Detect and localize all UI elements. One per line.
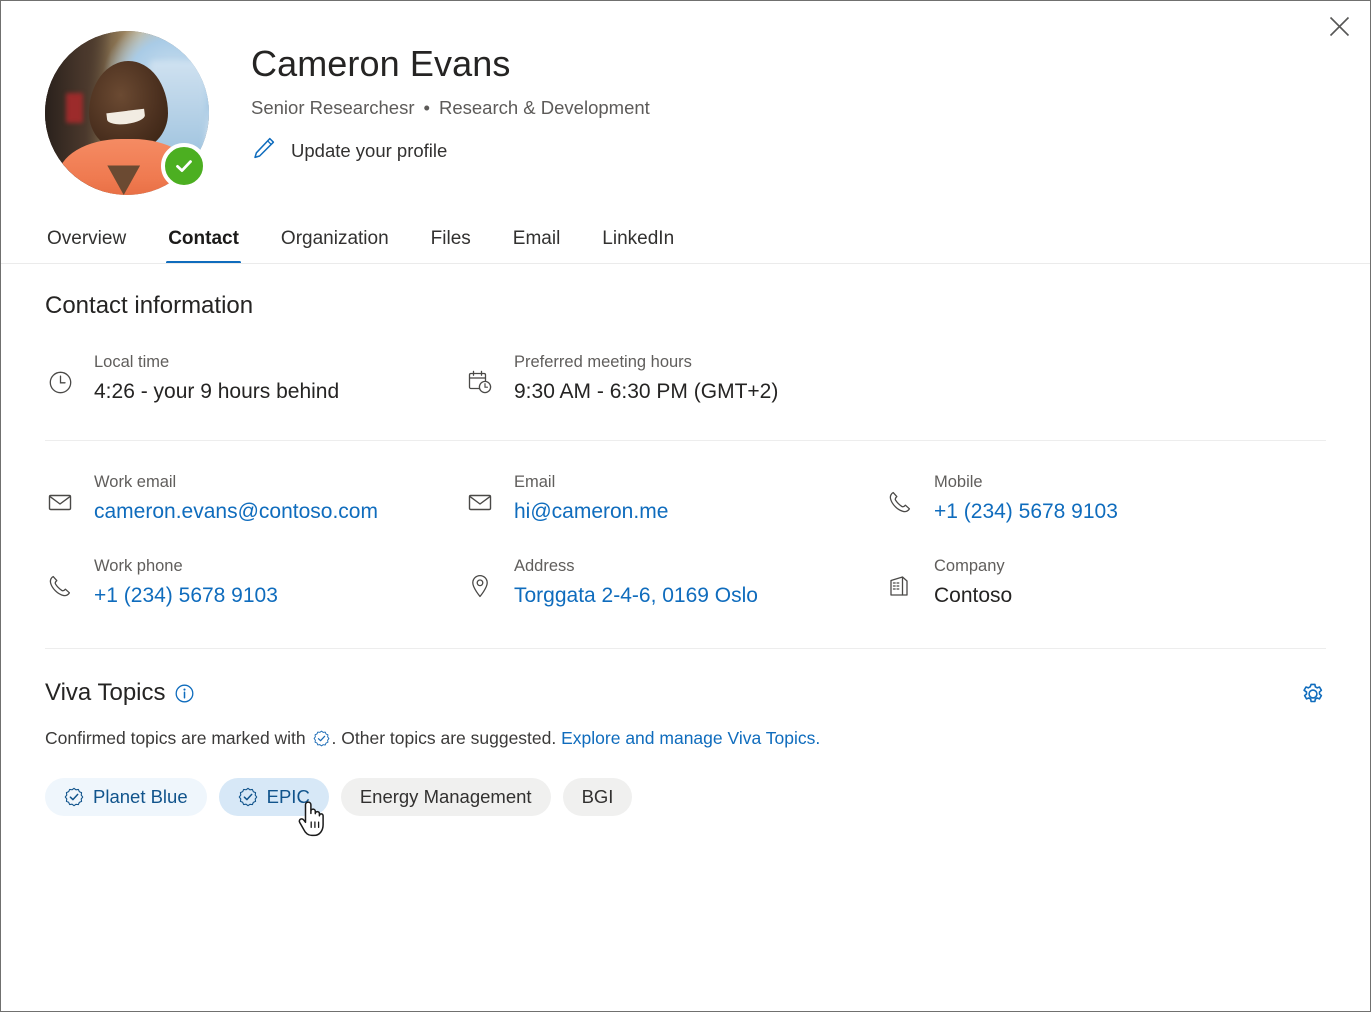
viva-topics-chip-list: Planet Blue EPIC Energy Management BGI (45, 777, 1326, 836)
avatar[interactable] (45, 31, 209, 195)
viva-topics-heading: Viva Topics (45, 679, 166, 707)
profile-card-window: Cameron Evans Senior Researchesr • Researc… (0, 0, 1371, 1012)
viva-topics-settings-button[interactable] (1300, 681, 1326, 707)
topic-chip-label: EPIC (266, 785, 310, 807)
contact-panel: Contact information Local time 4:26 - yo… (1, 292, 1370, 836)
pencil-icon (251, 135, 277, 166)
mobile-label: Mobile (934, 473, 983, 492)
address-value[interactable]: Torggata 2-4-6, 0169 Oslo (514, 582, 758, 610)
address-label: Address (514, 557, 575, 576)
tab-email[interactable]: Email (511, 220, 563, 264)
info-icon[interactable] (175, 684, 194, 703)
time-row: Local time 4:26 - your 9 hours behind Pr… (45, 320, 1326, 440)
building-icon (885, 571, 915, 601)
update-profile-label: Update your profile (291, 139, 448, 161)
explore-viva-topics-link[interactable]: Explore and manage Viva Topics. (561, 728, 820, 748)
topic-chip-epic[interactable]: EPIC (218, 777, 329, 816)
email-value[interactable]: hi@cameron.me (514, 498, 668, 526)
email-label: Email (514, 473, 556, 492)
viva-topics-section: Viva Topics Confirmed topics are marked … (45, 649, 1326, 836)
subtitle-separator: • (423, 97, 430, 118)
viva-topics-title-row: Viva Topics (45, 679, 1326, 707)
field-company: Company Contoso (885, 554, 1305, 610)
tab-organization[interactable]: Organization (279, 220, 391, 264)
close-button[interactable] (1322, 9, 1356, 43)
gear-icon (1303, 683, 1323, 703)
contact-information-heading: Contact information (45, 292, 254, 319)
contact-row-1: Work email cameron.evans@contoso.com Ema… (45, 441, 1326, 526)
mail-icon (465, 487, 495, 517)
local-time-value: 4:26 - your 9 hours behind (94, 379, 340, 403)
field-address: Address Torggata 2-4-6, 0169 Oslo (465, 554, 885, 610)
viva-desc-after: . Other topics are suggested. (331, 728, 557, 749)
field-local-time: Local time 4:26 - your 9 hours behind (45, 350, 465, 406)
company-label: Company (934, 557, 1005, 576)
department: Research & Development (438, 97, 650, 118)
clock-icon (45, 367, 75, 397)
topic-chip-label: BGI (581, 785, 614, 807)
tab-files[interactable]: Files (429, 220, 473, 264)
contact-row-2: Work phone +1 (234) 5678 9103 Address To… (45, 526, 1326, 648)
work-phone-label: Work phone (94, 557, 183, 576)
mobile-value[interactable]: +1 (234) 5678 9103 (934, 498, 1118, 526)
calendar-clock-icon (465, 367, 495, 397)
tab-overview[interactable]: Overview (45, 220, 128, 264)
profile-header: Cameron Evans Senior Researchesr • Researc… (1, 1, 1370, 195)
location-pin-icon (465, 571, 495, 601)
field-mobile: Mobile +1 (234) 5678 9103 (885, 470, 1305, 526)
tab-bar: Overview Contact Organization Files Emai… (1, 220, 1370, 264)
topic-chip-label: Planet Blue (93, 785, 188, 807)
phone-icon (885, 487, 915, 517)
local-time-label: Local time (94, 353, 170, 371)
work-email-value[interactable]: cameron.evans@contoso.com (94, 498, 378, 526)
viva-topics-description: Confirmed topics are marked with . Other… (45, 726, 1326, 754)
page-title: Cameron Evans (251, 43, 511, 84)
company-value: Contoso (934, 583, 1013, 607)
topic-chip-label: Energy Management (359, 785, 532, 807)
topic-chip-energy-management[interactable]: Energy Management (340, 777, 551, 816)
field-work-phone: Work phone +1 (234) 5678 9103 (45, 554, 465, 610)
tab-contact[interactable]: Contact (166, 220, 241, 264)
work-email-label: Work email (94, 473, 177, 492)
topic-chip-bgi[interactable]: BGI (562, 777, 633, 816)
mail-icon (45, 487, 75, 517)
field-meeting-hours: Preferred meeting hours 9:30 AM - 6:30 P… (465, 350, 885, 406)
topic-chip-planet-blue[interactable]: Planet Blue (45, 777, 207, 816)
job-title: Senior Researchesr (251, 97, 415, 118)
confirmed-badge-icon (313, 729, 330, 754)
field-email: Email hi@cameron.me (465, 470, 885, 526)
meeting-hours-value: 9:30 AM - 6:30 PM (GMT+2) (514, 379, 779, 403)
viva-desc-before: Confirmed topics are marked with (45, 728, 306, 749)
confirmed-badge-icon (238, 787, 258, 807)
presence-available-icon (161, 143, 207, 189)
confirmed-badge-icon (64, 787, 84, 807)
tab-linkedin[interactable]: LinkedIn (600, 220, 676, 264)
work-phone-value[interactable]: +1 (234) 5678 9103 (94, 582, 278, 610)
identity-block: Cameron Evans Senior Researchesr • Researc… (209, 31, 650, 166)
profile-subtitle: Senior Researchesr • Research & Developmen… (251, 97, 650, 119)
close-icon (1329, 16, 1349, 36)
meeting-hours-label: Preferred meeting hours (514, 353, 692, 371)
field-work-email: Work email cameron.evans@contoso.com (45, 470, 465, 526)
update-profile-link[interactable]: Update your profile (251, 135, 447, 166)
phone-icon (45, 571, 75, 601)
